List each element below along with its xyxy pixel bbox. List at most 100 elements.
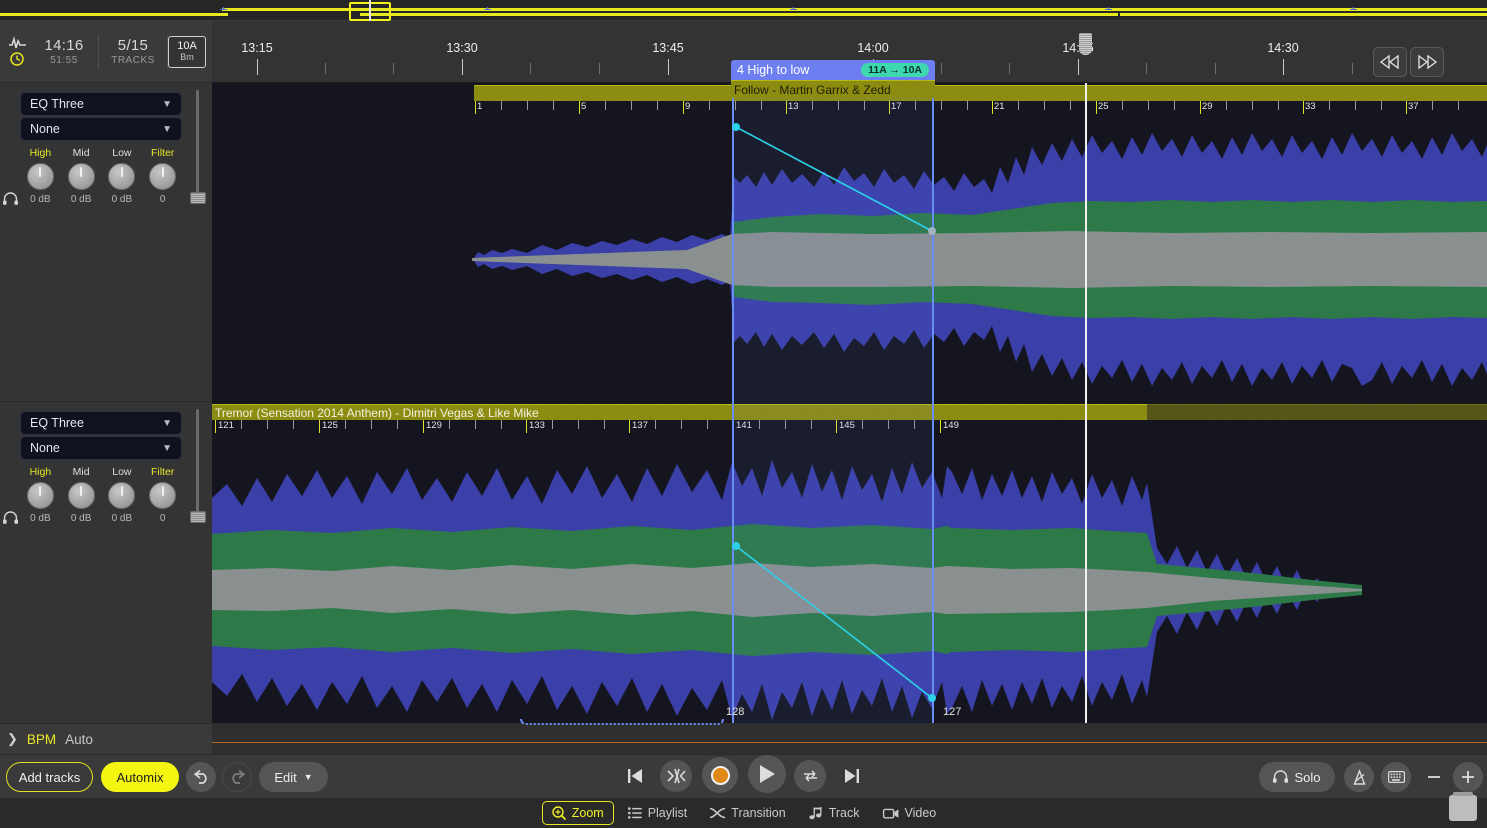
waveform-top[interactable] (472, 117, 1487, 402)
knob-high[interactable]: High 0 dB (20, 466, 61, 524)
effect-select-1[interactable]: EQ Three ▼ (20, 92, 182, 116)
rewind-button[interactable] (1373, 47, 1407, 77)
knob-mid-dial[interactable] (68, 482, 95, 509)
bpm-value-left: 128 (726, 706, 744, 718)
bar-number: 149 (943, 420, 959, 431)
tab-zoom[interactable]: Zoom (542, 801, 614, 825)
effect-select-2[interactable]: None ▼ (20, 117, 182, 141)
tab-video[interactable]: Video (874, 801, 946, 825)
keyboard-button[interactable] (1381, 762, 1411, 792)
volume-fader-grip[interactable] (190, 192, 206, 204)
clip-band-bottom-tail (1147, 404, 1487, 420)
volume-fader-grip[interactable] (190, 511, 206, 523)
key-badge[interactable]: 10A Bm (168, 36, 206, 68)
automix-button[interactable]: Automix (101, 762, 179, 792)
volume-fader-track[interactable] (196, 409, 199, 517)
overview-segment (1100, 8, 1487, 11)
clip-band-top[interactable]: Follow - Martin Garrix & Zedd (474, 85, 1487, 101)
solo-button[interactable]: Solo (1259, 762, 1335, 792)
knob-filter-label: Filter (142, 466, 183, 478)
overview-playhead (369, 0, 371, 21)
knob-low-label: Low (102, 466, 143, 478)
edit-button[interactable]: Edit ▼ (259, 762, 328, 792)
bar-number: 141 (736, 420, 752, 431)
record-icon (711, 766, 730, 785)
headphones-icon[interactable] (3, 512, 18, 527)
cut-transition-icon (668, 769, 685, 783)
bar-number: 125 (322, 420, 338, 431)
bar-number: 25 (1098, 101, 1109, 112)
knob-mid[interactable]: Mid 0 dB (61, 147, 102, 205)
volume-fader-track[interactable] (196, 90, 199, 198)
loop-button[interactable] (794, 760, 826, 792)
clip-title-band-top[interactable]: Follow - Martin Garrix & Zedd (731, 80, 935, 98)
effect-select-3[interactable]: EQ Three ▼ (20, 411, 182, 435)
tracks-label: TRACKS (99, 55, 167, 66)
waveform-icon (9, 37, 26, 49)
play-button[interactable] (748, 755, 786, 793)
ruler-tick (257, 59, 258, 75)
record-button[interactable] (702, 757, 738, 793)
bpm-mode[interactable]: Auto (65, 732, 93, 747)
knob-filter[interactable]: Filter 0 (142, 466, 183, 524)
knob-low-dial[interactable] (108, 163, 135, 190)
zoom-out-button[interactable] (1419, 762, 1449, 792)
knob-low-label: Low (102, 147, 143, 159)
undo-button[interactable] (186, 762, 216, 792)
tab-playlist[interactable]: Playlist (619, 801, 697, 825)
knob-high-value: 0 dB (20, 194, 61, 205)
knob-high-dial[interactable] (27, 482, 54, 509)
knob-mid-value: 0 dB (61, 194, 102, 205)
knob-filter[interactable]: Filter 0 (142, 147, 183, 205)
skip-forward-button[interactable] (838, 763, 864, 789)
knob-filter-dial[interactable] (149, 482, 176, 509)
bpm-automation-line[interactable] (212, 742, 1487, 743)
effect-select-4[interactable]: None ▼ (20, 436, 182, 460)
metronome-button[interactable] (1344, 762, 1374, 792)
track-lane-bottom[interactable]: Tremor (Sensation 2014 Anthem) - Dimitri… (212, 402, 1487, 723)
knob-low[interactable]: Low 0 dB (102, 466, 143, 524)
tab-video-label: Video (905, 806, 937, 820)
deck-header-bar: 14:16 51:55 5/15 TRACKS 10A Bm (0, 21, 212, 83)
forward-button[interactable] (1410, 47, 1444, 77)
headphones-icon[interactable] (3, 193, 18, 208)
waveform-bottom[interactable] (212, 438, 1362, 723)
trash-icon[interactable] (1449, 795, 1477, 821)
transition-label-bar[interactable]: 4 High to low 11A → 10A (731, 60, 935, 80)
cut-transition-button[interactable] (660, 760, 692, 792)
timeline-overview[interactable] (0, 0, 1487, 21)
ruler-tick (668, 59, 669, 75)
add-tracks-button[interactable]: Add tracks (6, 762, 93, 792)
knob-low-dial[interactable] (108, 482, 135, 509)
redo-button[interactable] (222, 762, 252, 792)
zoom-magnifier-icon (552, 806, 566, 820)
track-lane-top[interactable]: Follow - Martin Garrix & Zedd 1 5 9 13 1… (212, 83, 1487, 402)
knob-high[interactable]: High 0 dB (20, 147, 61, 205)
bar-number: 21 (994, 101, 1005, 112)
zoom-in-button[interactable] (1453, 762, 1483, 792)
time-tick-label: 14:00 (857, 41, 888, 55)
effect-select-2-value: None (30, 122, 60, 136)
knob-filter-dial[interactable] (149, 163, 176, 190)
knob-high-dial[interactable] (27, 163, 54, 190)
clip-band-bottom[interactable]: Tremor (Sensation 2014 Anthem) - Dimitri… (212, 404, 1147, 420)
bpm-bar[interactable]: ❯ BPM Auto (0, 723, 212, 754)
knob-mid-dial[interactable] (68, 163, 95, 190)
transition-name: 4 High to low (737, 63, 809, 77)
key-note: Bm (180, 53, 194, 62)
knob-mid[interactable]: Mid 0 dB (61, 466, 102, 524)
tab-track[interactable]: Track (800, 801, 869, 825)
playhead-line[interactable] (1085, 83, 1087, 723)
edit-label: Edit (274, 770, 296, 785)
ruler-tick (1352, 63, 1353, 74)
bottom-toolbar: Add tracks Automix Edit ▼ (0, 754, 1487, 798)
chevron-right-icon[interactable]: ❯ (7, 731, 18, 747)
knob-low[interactable]: Low 0 dB (102, 147, 143, 205)
chevron-down-icon: ▼ (162, 443, 172, 454)
playhead-handle[interactable] (1079, 33, 1092, 55)
overview-segment (628, 13, 908, 16)
skip-back-button[interactable] (622, 763, 648, 789)
bar-number: 37 (1408, 101, 1419, 112)
header-icon-group (0, 37, 30, 66)
tab-transition[interactable]: Transition (701, 801, 794, 825)
